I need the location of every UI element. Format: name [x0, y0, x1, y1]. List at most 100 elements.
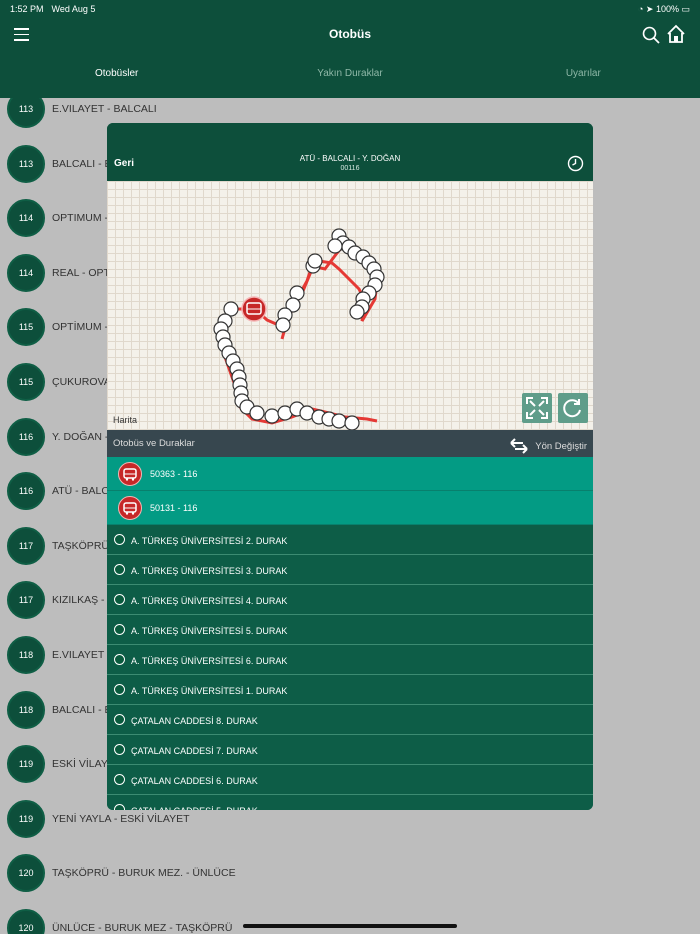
map-stop-marker[interactable]: [275, 317, 291, 333]
route-name: BALCALI - E: [52, 703, 112, 716]
expand-icon: [526, 397, 548, 419]
top-bar: 1:52 PM Wed Aug 5 ◔ ➤ 100% ▭ Otobüs Otobü…: [0, 0, 700, 98]
map-stop-marker[interactable]: [307, 253, 323, 269]
battery-level: 100%: [655, 4, 679, 14]
map-stop-marker[interactable]: [327, 238, 343, 254]
section-label: Otobüs ve Duraklar: [113, 438, 195, 449]
home-icon[interactable]: [666, 24, 686, 44]
map-stop-marker[interactable]: [344, 415, 360, 430]
tab-yakin-duraklar[interactable]: Yakın Duraklar: [233, 68, 466, 79]
route-number-badge: 113: [7, 98, 45, 128]
tab-uyarilar[interactable]: Uyarılar: [467, 68, 700, 79]
map-attribution: Harita: [113, 415, 138, 425]
bus-label: 50131 - 116: [150, 503, 198, 513]
route-number-badge: 116: [7, 472, 45, 511]
route-name: TAŞKÖPRÜ: [52, 539, 109, 552]
map-stop-marker[interactable]: [264, 408, 280, 424]
bus-icon: [118, 462, 142, 486]
swap-arrows-icon: [510, 438, 528, 454]
app-root: 1:52 PM Wed Aug 5 ◔ ➤ 100% ▭ Otobüs Otobü…: [0, 0, 700, 934]
route-map[interactable]: Harita: [107, 181, 593, 430]
route-map-canvas: [213, 228, 385, 430]
route-number-badge: 115: [7, 308, 45, 347]
stop-row[interactable]: ÇATALAN CADDESİ 8. DURAK: [107, 705, 593, 735]
status-date: Wed Aug 5: [51, 4, 96, 14]
bus-row[interactable]: 50131 - 116: [107, 491, 593, 525]
route-number-badge: 115: [7, 363, 45, 401]
stop-row[interactable]: ÇATALAN CADDESİ 5. DURAK: [107, 795, 593, 810]
route-name: Y. DOĞAN -: [52, 430, 109, 443]
stop-name: A. TÜRKEŞ ÜNİVERSİTESİ 3. DURAK: [131, 566, 288, 576]
route-name: ATÜ - BALC: [52, 485, 109, 498]
route-number-badge: 118: [7, 636, 45, 674]
route-detail-modal: Geri ATÜ - BALCALI - Y. DOĞAN 00116 Hari…: [107, 123, 593, 810]
bus-label: 50363 - 116: [150, 469, 198, 479]
stop-row[interactable]: A. TÜRKEŞ ÜNİVERSİTESİ 4. DURAK: [107, 585, 593, 615]
route-number-badge: 120: [7, 854, 45, 893]
stop-row[interactable]: A. TÜRKEŞ ÜNİVERSİTESİ 2. DURAK: [107, 525, 593, 555]
route-number-badge: 114: [7, 253, 45, 292]
battery-icon: ▭: [681, 4, 690, 14]
stop-dot-icon: [114, 744, 125, 755]
stop-dot-icon: [114, 654, 125, 665]
stop-dot-icon: [114, 804, 125, 810]
stop-name: A. TÜRKEŞ ÜNİVERSİTESİ 6. DURAK: [131, 656, 288, 666]
fullscreen-button[interactable]: [522, 393, 552, 423]
status-bar: 1:52 PM Wed Aug 5 ◔ ➤ 100% ▭: [10, 4, 690, 16]
home-indicator: [243, 924, 457, 928]
route-name: OPTIMUM -: [52, 212, 108, 225]
wifi-icon: ◔ ➤: [637, 4, 656, 14]
route-name: ÇUKUROVA: [52, 376, 111, 388]
route-name: OPTİMUM -: [52, 321, 108, 334]
page-title: Otobüs: [329, 27, 371, 41]
stop-dot-icon: [114, 534, 125, 545]
modal-header: Geri ATÜ - BALCALI - Y. DOĞAN 00116: [107, 123, 593, 181]
route-number-badge: 114: [7, 199, 45, 238]
tab-otobusler[interactable]: Otobüsler: [0, 68, 233, 79]
stop-dot-icon: [114, 714, 125, 725]
stop-name: A. TÜRKEŞ ÜNİVERSİTESİ 1. DURAK: [131, 686, 288, 696]
stop-row[interactable]: A. TÜRKEŞ ÜNİVERSİTESİ 1. DURAK: [107, 675, 593, 705]
stop-name: ÇATALAN CADDESİ 7. DURAK: [131, 746, 258, 756]
stop-name: A. TÜRKEŞ ÜNİVERSİTESİ 4. DURAK: [131, 596, 288, 606]
route-number-badge: 117: [7, 526, 45, 565]
stop-name: A. TÜRKEŞ ÜNİVERSİTESİ 2. DURAK: [131, 536, 288, 546]
bus-row[interactable]: 50363 - 116: [107, 457, 593, 491]
stop-dot-icon: [114, 774, 125, 785]
route-number-badge: 119: [7, 799, 45, 838]
route-name: KIZILKAŞ -: [52, 594, 105, 607]
route-number-badge: 117: [7, 581, 45, 620]
stop-name: ÇATALAN CADDESİ 5. DURAK: [131, 806, 258, 810]
route-code: 00116: [340, 165, 360, 172]
stop-name: ÇATALAN CADDESİ 8. DURAK: [131, 716, 258, 726]
route-number-badge: 119: [7, 745, 45, 784]
stop-row[interactable]: ÇATALAN CADDESİ 7. DURAK: [107, 735, 593, 765]
route-row[interactable]: 120 TAŞKÖPRÜ - BURUK MEZ. - ÜNLÜCE: [0, 846, 700, 901]
bus-marker-icon[interactable]: [241, 296, 267, 322]
route-name: BALCALI - E: [52, 157, 112, 170]
map-stop-marker[interactable]: [349, 304, 365, 320]
status-time: 1:52 PM: [10, 4, 44, 14]
stop-row[interactable]: ÇATALAN CADDESİ 6. DURAK: [107, 765, 593, 795]
section-bar: Otobüs ve Duraklar Yön Değiştir: [107, 430, 593, 457]
route-name: YENİ YAYLA - ESKİ VİLAYET: [52, 812, 190, 825]
search-icon[interactable]: [642, 26, 660, 44]
stop-row[interactable]: A. TÜRKEŞ ÜNİVERSİTESİ 5. DURAK: [107, 615, 593, 645]
route-name: E.VILAYET - BALCALI: [52, 103, 157, 115]
map-stop-marker[interactable]: [249, 405, 265, 421]
map-stop-marker[interactable]: [331, 413, 347, 429]
route-title: ATÜ - BALCALI - Y. DOĞAN: [299, 154, 401, 163]
route-row[interactable]: 120 ÜNLÜCE - BURUK MEZ - TAŞKÖPRÜ: [0, 901, 700, 934]
route-number-badge: 116: [7, 417, 45, 456]
route-name: E.VILAYET -: [52, 649, 111, 661]
refresh-button[interactable]: [558, 393, 588, 423]
route-number-badge: 120: [7, 909, 45, 934]
stop-row[interactable]: A. TÜRKEŞ ÜNİVERSİTESİ 3. DURAK: [107, 555, 593, 585]
stop-dot-icon: [114, 624, 125, 635]
tab-bar: Otobüsler Yakın Duraklar Uyarılar: [0, 68, 700, 79]
change-direction-button[interactable]: Yön Değiştir: [509, 438, 587, 454]
map-stop-markers: [213, 228, 385, 430]
stop-row[interactable]: A. TÜRKEŞ ÜNİVERSİTESİ 6. DURAK: [107, 645, 593, 675]
stop-name: A. TÜRKEŞ ÜNİVERSİTESİ 5. DURAK: [131, 626, 288, 636]
clock-icon[interactable]: [567, 155, 584, 172]
